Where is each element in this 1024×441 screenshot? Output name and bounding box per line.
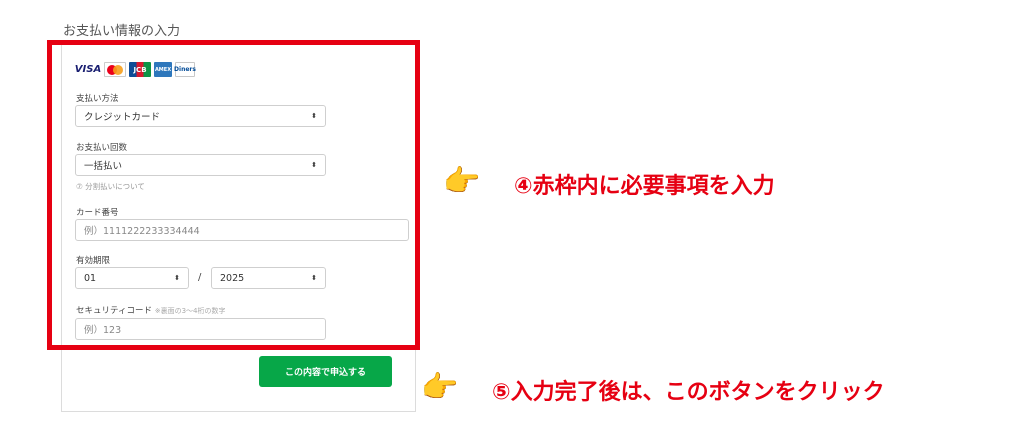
payment-method-label: 支払い方法 — [76, 94, 119, 104]
security-code-placeholder: 例）123 — [84, 325, 122, 336]
installments-value: 一括払い — [84, 161, 123, 172]
card-number-input[interactable]: 例）1111222233334444 — [75, 219, 409, 241]
expiry-year-value: 2025 — [220, 272, 245, 284]
up-down-chevron-icon: ⬍ — [174, 274, 180, 282]
submit-button[interactable]: この内容で申込する — [259, 356, 392, 387]
payment-method-value: クレジットカード — [84, 112, 161, 123]
section-title: お支払い情報の入力 — [63, 24, 181, 39]
expiry-label: 有効期限 — [76, 256, 111, 266]
installments-info-link[interactable]: ⑦ 分割払いについて — [76, 181, 145, 192]
payment-method-select[interactable]: クレジットカード ⬍ — [75, 105, 326, 127]
amex-logo-icon: AMEX — [154, 62, 172, 77]
card-brand-logos: VISA JCB AMEX Diners — [74, 61, 196, 78]
up-down-chevron-icon: ⬍ — [311, 161, 317, 169]
pointing-hand-icon: 👉 — [443, 164, 481, 199]
up-down-chevron-icon: ⬍ — [311, 274, 317, 282]
card-number-placeholder: 例）1111222233334444 — [84, 226, 200, 237]
step4-annotation: ④赤枠内に必要事項を入力 — [514, 174, 775, 199]
installments-select[interactable]: 一括払い ⬍ — [75, 154, 326, 176]
installments-label: お支払い回数 — [76, 143, 128, 153]
up-down-chevron-icon: ⬍ — [311, 112, 317, 120]
expiry-separator: / — [198, 272, 202, 283]
security-code-label: セキュリティコード ※裏面の3～4桁の数字 — [76, 304, 225, 316]
security-code-hint: ※裏面の3～4桁の数字 — [154, 307, 226, 315]
expiry-month-value: 01 — [84, 272, 97, 284]
security-code-input[interactable]: 例）123 — [75, 318, 326, 340]
mastercard-logo-icon — [104, 62, 126, 77]
expiry-year-select[interactable]: 2025 ⬍ — [211, 267, 326, 289]
card-number-label: カード番号 — [76, 208, 119, 218]
step5-annotation: ⑤入力完了後は、このボタンをクリック — [492, 380, 885, 405]
expiry-month-select[interactable]: 01 ⬍ — [75, 267, 189, 289]
diners-logo-icon: Diners — [174, 62, 196, 77]
pointing-hand-icon: 👉 — [421, 370, 459, 405]
visa-logo-icon: VISA — [74, 64, 102, 75]
jcb-logo-icon: JCB — [129, 62, 151, 77]
security-code-label-text: セキュリティコード — [76, 306, 152, 316]
